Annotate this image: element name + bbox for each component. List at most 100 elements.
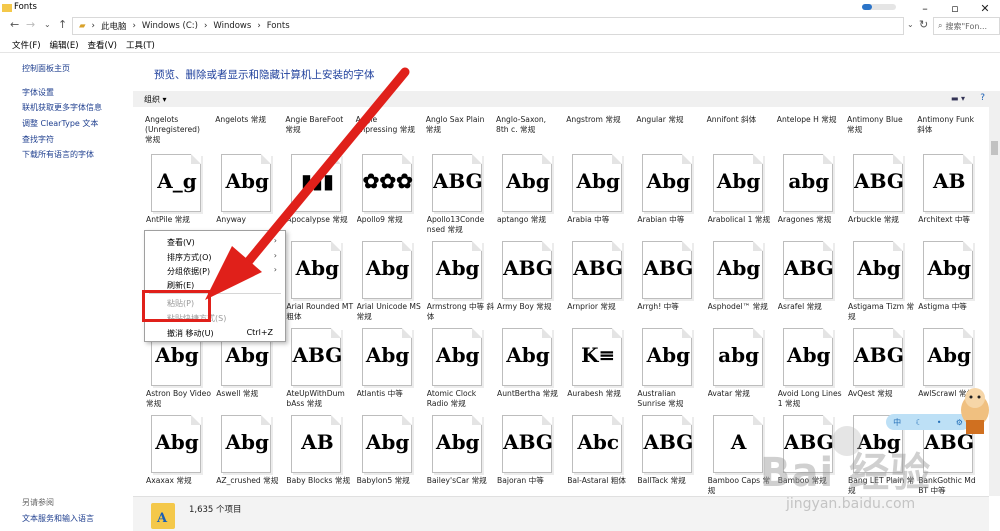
- font-tile[interactable]: Abg Arial Rounded MT 粗体: [285, 241, 355, 327]
- font-tile[interactable]: ABG AvQest 常规: [847, 328, 917, 414]
- find-character-link[interactable]: 查找字符: [22, 134, 54, 145]
- font-tile[interactable]: Abg Astigma 中等: [917, 241, 987, 327]
- font-settings-link[interactable]: 字体设置: [22, 87, 54, 98]
- font-tile[interactable]: Abg Atomic Clock Radio 常规: [426, 328, 496, 414]
- font-name-label: Arial Unicode MS 常规: [356, 302, 421, 321]
- font-tile[interactable]: Abg Avoid Long Lines 1 常规: [777, 328, 847, 414]
- font-tile[interactable]: Abg Anyway: [215, 154, 285, 240]
- font-tile[interactable]: ▮▮▮ Apocalypse 常规: [285, 154, 355, 240]
- font-preview-glyph: ABG: [643, 256, 694, 280]
- font-file-icon: ABG: [291, 328, 342, 386]
- font-tile[interactable]: Abg AuntBertha 常规: [496, 328, 566, 414]
- font-tile[interactable]: ABG BallTack 常规: [636, 415, 706, 497]
- font-tile[interactable]: Abg Bailey'sCar 常规: [426, 415, 496, 497]
- adjust-cleartype-link[interactable]: 调整 ClearType 文本: [22, 118, 98, 129]
- font-tile[interactable]: ABG Bajoran 中等: [496, 415, 566, 497]
- font-tile[interactable]: AB Architext 中等: [917, 154, 987, 240]
- ime-chinese-icon[interactable]: 中: [893, 417, 901, 428]
- font-caption-top[interactable]: Angie Impressing 常规: [356, 115, 424, 135]
- font-tile[interactable]: ABG Arbuckle 常规: [847, 154, 917, 240]
- font-tile[interactable]: ✿✿✿ Apollo9 常规: [356, 154, 426, 240]
- font-tile[interactable]: Abg Arabolical 1 常规: [707, 154, 777, 240]
- search-input[interactable]: ⌕ 搜索"Fon...: [933, 17, 1000, 35]
- control-panel-home-link[interactable]: 控制面板主页: [22, 63, 70, 74]
- font-caption-top[interactable]: Anglo-Saxon, 8th c. 常规: [496, 115, 564, 135]
- volume-slider[interactable]: [862, 4, 896, 10]
- font-caption-top[interactable]: Angelots (Unregistered) 常规: [145, 115, 213, 145]
- font-tile[interactable]: AB Baby Blocks 常规: [285, 415, 355, 497]
- menu-item-undo-move[interactable]: 撤消 移动(U): [167, 328, 214, 339]
- search-placeholder: 搜索"Fon...: [945, 21, 988, 31]
- font-tile[interactable]: Abg Astigama Tizm 常规: [847, 241, 917, 327]
- up-arrow-icon[interactable]: ↑: [58, 18, 67, 31]
- menu-edit[interactable]: 编辑(E): [50, 39, 79, 51]
- font-caption-top[interactable]: Anglo Sax Plain 常规: [426, 115, 494, 135]
- menu-item-sort[interactable]: 排序方式(O): [167, 252, 212, 263]
- close-button[interactable]: ✕: [970, 0, 1000, 16]
- font-tile[interactable]: ABG Asrafel 常规: [777, 241, 847, 327]
- font-tile[interactable]: K≡ Aurabesh 常规: [566, 328, 636, 414]
- font-name-label: Army Boy 常规: [497, 302, 552, 311]
- font-tile[interactable]: abg Aragones 常规: [777, 154, 847, 240]
- font-tile[interactable]: Abg aptango 常规: [496, 154, 566, 240]
- maximize-button[interactable]: ▫: [940, 0, 970, 16]
- font-caption-top[interactable]: Angelots 常规: [215, 115, 283, 125]
- ime-dot-icon[interactable]: •: [937, 418, 942, 427]
- font-tile[interactable]: Abg AZ_crushed 常规: [215, 415, 285, 497]
- menu-tools[interactable]: 工具(T): [126, 39, 155, 51]
- font-tile[interactable]: Abg Atlantis 中等: [356, 328, 426, 414]
- font-tile[interactable]: Abg Armstrong 中等 斜体: [426, 241, 496, 327]
- font-tile[interactable]: Abg Axaxax 常规: [145, 415, 215, 497]
- menu-item-view[interactable]: 查看(V): [167, 237, 195, 248]
- menu-view[interactable]: 查看(V): [88, 39, 117, 51]
- font-tile[interactable]: Abg Australian Sunrise 常规: [636, 328, 706, 414]
- font-tile[interactable]: Abg Asphodel™ 常规: [707, 241, 777, 327]
- font-tile[interactable]: Abg Arial Unicode MS 常规: [356, 241, 426, 327]
- font-tile[interactable]: ABG Army Boy 常规: [496, 241, 566, 327]
- font-tile[interactable]: abg Avatar 常规: [707, 328, 777, 414]
- font-tile[interactable]: ABG Apollo13Conde nsed 常规: [426, 154, 496, 240]
- ime-moon-icon[interactable]: ☾: [915, 418, 922, 427]
- font-caption-top[interactable]: Annifont 斜体: [707, 115, 775, 125]
- back-arrow-icon[interactable]: ←: [10, 18, 19, 31]
- font-caption-top[interactable]: Antimony Funk 斜体: [917, 115, 985, 135]
- menu-item-group[interactable]: 分组依据(P): [167, 266, 210, 277]
- breadcrumb-drive[interactable]: Windows (C:): [142, 21, 198, 31]
- font-file-icon: ABG: [431, 154, 483, 212]
- font-tile[interactable]: ABG Arnprior 常规: [566, 241, 636, 327]
- text-services-link[interactable]: 文本服务和输入语言: [22, 513, 94, 524]
- font-tile[interactable]: ABG AteUpWithDum bAss 常规: [285, 328, 355, 414]
- menu-bar: 文件(F) 编辑(E) 查看(V) 工具(T): [0, 37, 1000, 53]
- font-preview-glyph: Abg: [927, 343, 971, 367]
- font-tile[interactable]: Abc Bal-Astaral 粗体: [566, 415, 636, 497]
- font-tile[interactable]: ABG Arrgh! 中等: [636, 241, 706, 327]
- chevron-down-icon[interactable]: ⌄: [44, 20, 51, 29]
- address-dropdown-icon[interactable]: ⌄: [907, 20, 914, 29]
- font-tile[interactable]: Abg Arabia 中等: [566, 154, 636, 240]
- font-caption-top[interactable]: Antimony Blue 常规: [847, 115, 915, 135]
- font-caption-top[interactable]: Angstrom 常规: [566, 115, 634, 125]
- font-caption-top[interactable]: Angie BareFoot 常规: [285, 115, 353, 135]
- refresh-icon[interactable]: ↻: [919, 18, 928, 31]
- breadcrumb-windows[interactable]: Windows: [213, 21, 251, 31]
- font-tile[interactable]: Abg Arabian 中等: [636, 154, 706, 240]
- minimize-button[interactable]: –: [910, 0, 940, 16]
- get-more-fonts-link[interactable]: 联机获取更多字体信息: [22, 102, 102, 113]
- font-tile[interactable]: Abg Babylon5 常规: [356, 415, 426, 497]
- font-caption-top[interactable]: Antelope H 常规: [777, 115, 845, 125]
- scrollbar-thumb[interactable]: [991, 141, 998, 155]
- download-all-fonts-link[interactable]: 下载所有语言的字体: [22, 149, 94, 160]
- font-caption-top[interactable]: Angular 常规: [636, 115, 704, 125]
- font-tile[interactable]: A_g AntPile 常规: [145, 154, 215, 240]
- help-icon[interactable]: ?: [980, 93, 985, 103]
- view-options-icon[interactable]: ▬ ▾: [951, 94, 965, 103]
- organize-button[interactable]: 组织 ▾: [144, 94, 167, 105]
- font-name-label: AuntBertha 常规: [497, 389, 558, 398]
- menu-file[interactable]: 文件(F): [12, 39, 41, 51]
- address-bar[interactable]: ▰ › 此电脑 › Windows (C:) › Windows › Fonts: [72, 17, 904, 35]
- breadcrumb-this-pc[interactable]: 此电脑: [101, 20, 127, 32]
- font-preview-glyph: ABG: [854, 169, 904, 193]
- font-name-label: Arnprior 常规: [567, 302, 616, 311]
- forward-arrow-icon[interactable]: →: [26, 18, 35, 31]
- breadcrumb-fonts[interactable]: Fonts: [267, 21, 290, 31]
